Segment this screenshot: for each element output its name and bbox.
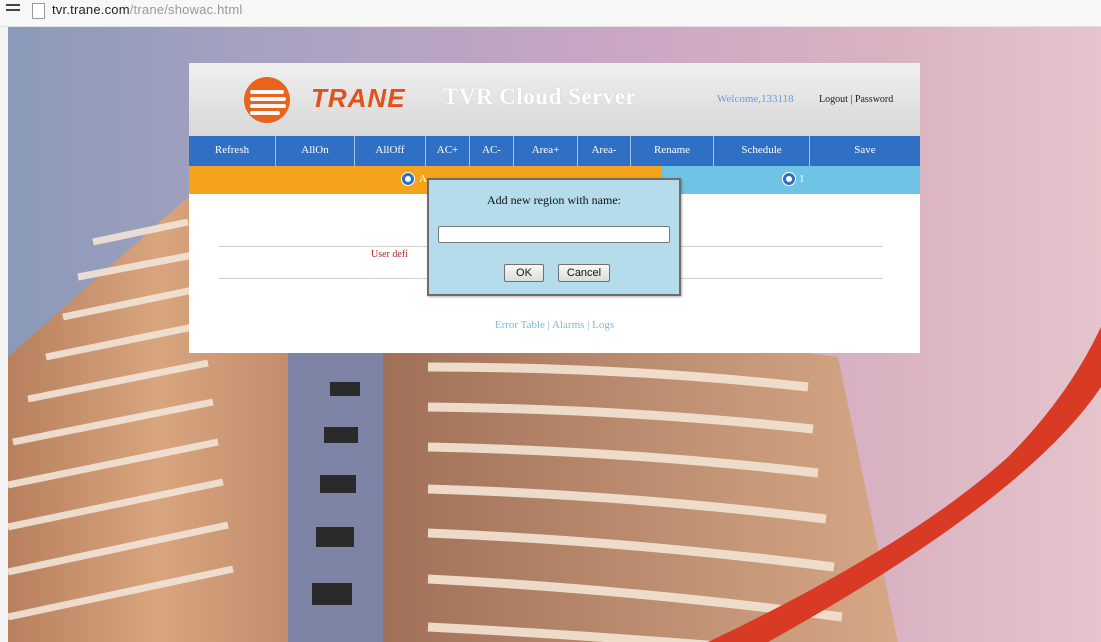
schedule-button[interactable]: Schedule bbox=[714, 136, 810, 166]
all-off-button[interactable]: AllOff bbox=[355, 136, 426, 166]
area-add-button[interactable]: Area+ bbox=[514, 136, 578, 166]
logs-link[interactable]: Logs bbox=[592, 319, 614, 331]
area-dot-icon bbox=[401, 172, 415, 186]
url-host: tvr.trane.com bbox=[52, 2, 130, 17]
url-path: /trane/showac.html bbox=[129, 2, 243, 17]
trane-logo-icon bbox=[244, 77, 290, 123]
error-table-link[interactable]: Error Table bbox=[495, 319, 545, 331]
user-defined-text: User defi bbox=[371, 249, 408, 260]
area-dot-icon bbox=[782, 172, 796, 186]
password-link[interactable]: Password bbox=[855, 94, 893, 105]
area-tab-inactive[interactable]: 1 bbox=[662, 166, 920, 194]
area-remove-button[interactable]: Area- bbox=[578, 136, 631, 166]
ac-remove-button[interactable]: AC- bbox=[470, 136, 514, 166]
logout-link[interactable]: Logout bbox=[819, 94, 848, 105]
toolbar: Refresh AllOn AllOff AC+ AC- Area+ Area-… bbox=[189, 136, 920, 166]
area-tab-label: A bbox=[419, 173, 427, 185]
url-text[interactable]: tvr.trane.com/trane/showac.html bbox=[52, 2, 242, 17]
add-region-dialog: Add new region with name: OK Cancel bbox=[427, 178, 681, 296]
account-links: Logout | Password bbox=[819, 94, 893, 105]
app-title: TVR Cloud Server bbox=[443, 84, 637, 109]
ok-button[interactable]: OK bbox=[504, 264, 544, 282]
browser-address-bar[interactable]: tvr.trane.com/trane/showac.html bbox=[0, 0, 1101, 27]
dialog-title: Add new region with name: bbox=[487, 193, 621, 207]
footer-separator: | bbox=[544, 319, 553, 331]
refresh-button[interactable]: Refresh bbox=[189, 136, 276, 166]
footer-separator: | bbox=[584, 319, 593, 331]
page-icon bbox=[32, 3, 45, 19]
rename-button[interactable]: Rename bbox=[631, 136, 714, 166]
all-on-button[interactable]: AllOn bbox=[276, 136, 355, 166]
app-header: TRANE TVR Cloud Server Welcome,133118 Lo… bbox=[189, 63, 920, 136]
area-tab-label: 1 bbox=[799, 173, 805, 185]
alarms-link[interactable]: Alarms bbox=[552, 319, 584, 331]
welcome-text: Welcome,133118 bbox=[717, 93, 794, 105]
link-separator: | bbox=[850, 94, 853, 105]
save-button[interactable]: Save bbox=[810, 136, 920, 166]
cancel-button[interactable]: Cancel bbox=[558, 264, 610, 282]
trane-logo-text: TRANE bbox=[311, 83, 406, 113]
menu-icon[interactable] bbox=[6, 4, 20, 16]
footer-links: Error Table | Alarms | Logs bbox=[189, 319, 920, 331]
ac-add-button[interactable]: AC+ bbox=[426, 136, 470, 166]
region-name-input[interactable] bbox=[438, 226, 670, 243]
